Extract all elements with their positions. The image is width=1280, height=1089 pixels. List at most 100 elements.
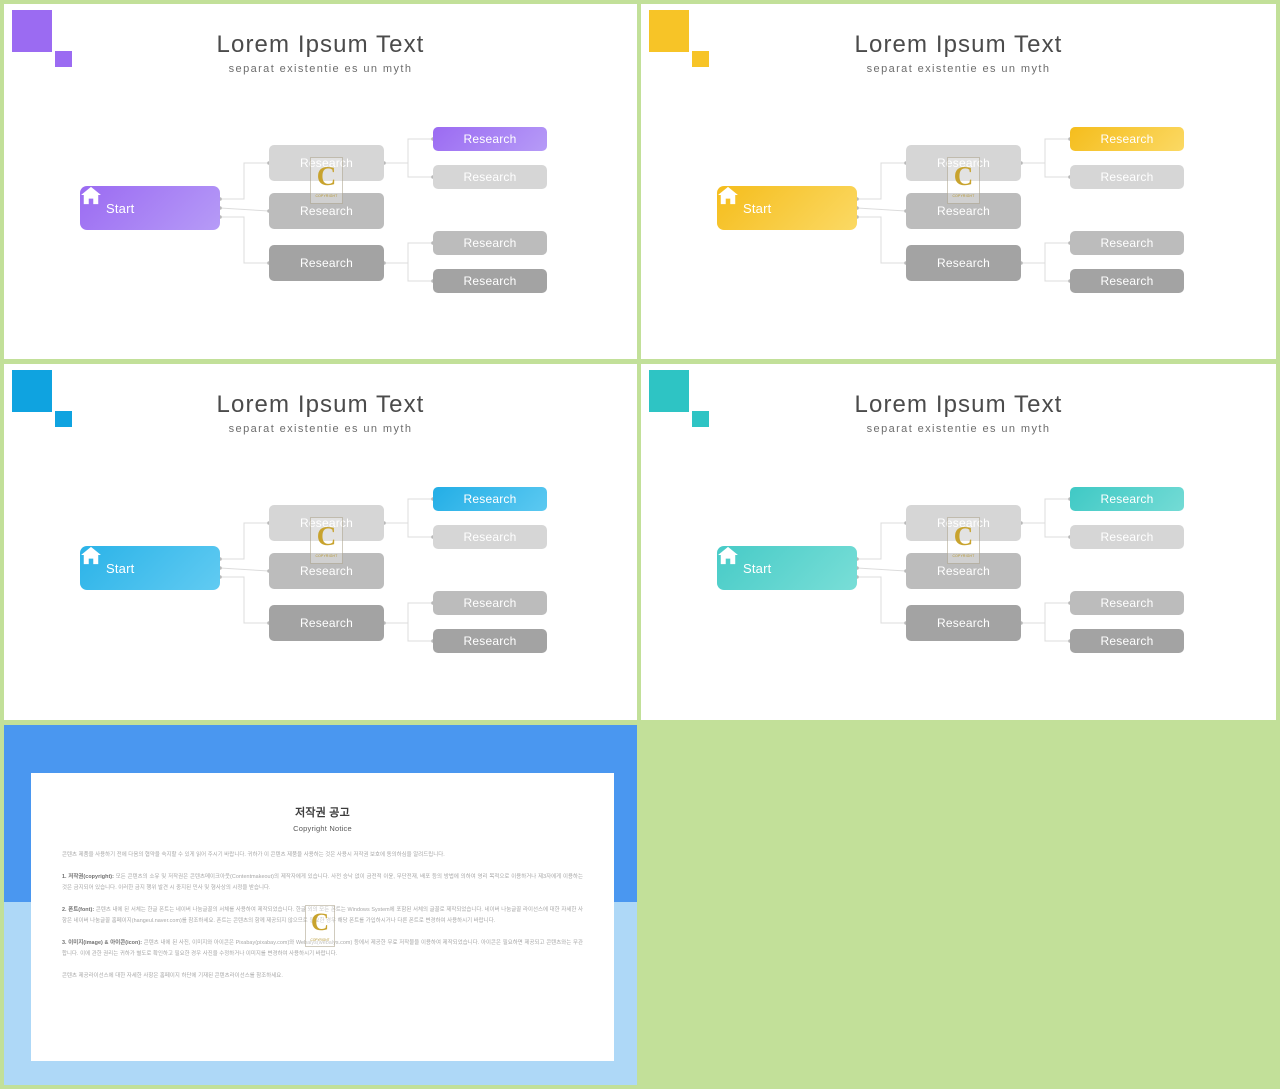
watermark-sublabel: COPYRIGHT bbox=[315, 193, 338, 198]
paragraph-text: 콘텐츠 제공라이선스에 대한 자세한 사항은 홈페이지 하단에 기재된 콘텐츠라… bbox=[62, 972, 283, 979]
node-label: Research bbox=[300, 256, 353, 270]
node-label: Research bbox=[463, 236, 517, 250]
start-node[interactable]: Start bbox=[717, 546, 857, 590]
slide-title-block: Lorem Ipsum Text separat existentie es u… bbox=[641, 390, 1276, 437]
copyright-heading-ko: 저작권 공고 bbox=[295, 807, 350, 819]
watermark-letter: C bbox=[316, 160, 337, 191]
flow-diagram: Start Research Research Research Researc… bbox=[4, 459, 637, 669]
home-icon bbox=[718, 546, 738, 565]
start-node-label: Start bbox=[743, 200, 772, 216]
start-node-label: Start bbox=[106, 560, 135, 576]
watermark-sublabel: COPYRIGHT bbox=[952, 193, 975, 198]
right-node-2[interactable]: Research bbox=[1070, 165, 1184, 189]
page-subtitle: separat existentie es un myth bbox=[866, 423, 1051, 435]
right-node-4[interactable]: Research bbox=[1070, 269, 1184, 293]
slide-panel-copyright[interactable]: 저작권 공고 Copyright Notice 콘텐츠 제품을 사용하기 전에 … bbox=[4, 725, 637, 1085]
right-node-4[interactable]: Research bbox=[1070, 629, 1184, 653]
middle-node-3[interactable]: Research bbox=[269, 245, 384, 281]
node-label: Research bbox=[300, 564, 353, 578]
watermark-letter: C bbox=[953, 520, 974, 551]
right-node-3[interactable]: Research bbox=[433, 231, 547, 255]
copyright-paragraph: 1. 저작권(copyright): 모든 콘텐츠의 소유 및 저작권은 콘텐츠… bbox=[62, 872, 583, 895]
right-node-1-accent[interactable]: Research bbox=[1070, 487, 1184, 511]
paragraph-text: 모든 콘텐츠의 소유 및 저작권은 콘텐츠메이크아웃(Contentmakeou… bbox=[62, 873, 584, 892]
flow-diagram: Start Research Research Research Researc… bbox=[641, 459, 1276, 669]
paragraph-text: 콘텐츠 제품을 사용하기 전에 다음의 협약을 숙지할 수 있게 읽어 주시기 … bbox=[62, 852, 445, 858]
node-label: Research bbox=[300, 616, 353, 630]
node-label: Research bbox=[463, 170, 517, 184]
copyright-watermark: C COPYRIGHT bbox=[310, 517, 343, 564]
home-icon bbox=[81, 546, 101, 565]
copyright-body: 콘텐츠 제품을 사용하기 전에 다음의 협약을 숙지할 수 있게 읽어 주시기 … bbox=[31, 850, 614, 982]
slide-title-block: Lorem Ipsum Text separat existentie es u… bbox=[4, 390, 637, 437]
copyright-watermark: C COPYRIGHT bbox=[947, 517, 980, 564]
node-label: Research bbox=[1100, 274, 1154, 288]
right-node-2[interactable]: Research bbox=[1070, 525, 1184, 549]
right-node-1-accent[interactable]: Research bbox=[1070, 127, 1184, 151]
flow-diagram: Start Research Research Research Researc… bbox=[4, 99, 637, 309]
node-label: Research bbox=[1100, 170, 1154, 184]
node-label: Research bbox=[1100, 596, 1154, 610]
page-title: Lorem Ipsum Text bbox=[216, 31, 425, 58]
start-node[interactable]: Start bbox=[717, 186, 857, 230]
page-subtitle: separat existentie es un myth bbox=[866, 63, 1051, 75]
slide-panel-yellow[interactable]: Lorem Ipsum Text separat existentie es u… bbox=[641, 4, 1276, 359]
node-label: Research bbox=[1100, 132, 1154, 146]
slide-panel-purple[interactable]: Lorem Ipsum Text separat existentie es u… bbox=[4, 4, 637, 359]
copyright-paragraph: 콘텐츠 제품을 사용하기 전에 다음의 협약을 숙지할 수 있게 읽어 주시기 … bbox=[62, 850, 583, 862]
node-label: Research bbox=[463, 596, 517, 610]
node-label: Research bbox=[1100, 236, 1154, 250]
middle-node-3[interactable]: Research bbox=[906, 245, 1021, 281]
slide-deck-canvas: Lorem Ipsum Text separat existentie es u… bbox=[0, 0, 1280, 1089]
middle-node-3[interactable]: Research bbox=[906, 605, 1021, 641]
node-label: Research bbox=[1100, 492, 1154, 506]
node-label: Research bbox=[463, 634, 517, 648]
copyright-heading-en: Copyright Notice bbox=[293, 824, 352, 833]
watermark-sublabel: COPYRIGHT bbox=[315, 553, 338, 558]
node-label: Research bbox=[463, 492, 517, 506]
right-node-3[interactable]: Research bbox=[1070, 591, 1184, 615]
slide-panel-blue[interactable]: Lorem Ipsum Text separat existentie es u… bbox=[4, 364, 637, 720]
node-label: Research bbox=[937, 256, 990, 270]
page-title: Lorem Ipsum Text bbox=[854, 31, 1063, 58]
node-label: Research bbox=[1100, 634, 1154, 648]
node-label: Research bbox=[937, 564, 990, 578]
paragraph-lead: 2. 폰트(font): bbox=[62, 906, 95, 913]
watermark-sublabel: COPYRIGHT bbox=[310, 937, 330, 942]
right-node-4[interactable]: Research bbox=[433, 269, 547, 293]
node-label: Research bbox=[463, 132, 517, 146]
node-label: Research bbox=[1100, 530, 1154, 544]
node-label: Research bbox=[463, 530, 517, 544]
watermark-letter: C bbox=[953, 160, 974, 191]
right-node-4[interactable]: Research bbox=[433, 629, 547, 653]
slide-title-block: Lorem Ipsum Text separat existentie es u… bbox=[641, 30, 1276, 77]
right-node-3[interactable]: Research bbox=[433, 591, 547, 615]
node-label: Research bbox=[937, 616, 990, 630]
paragraph-lead: 3. 이미지(image) & 아이콘(icon): bbox=[62, 939, 143, 946]
node-label: Research bbox=[463, 274, 517, 288]
start-node[interactable]: Start bbox=[80, 546, 220, 590]
copyright-watermark: C COPYRIGHT bbox=[310, 157, 343, 204]
page-title: Lorem Ipsum Text bbox=[854, 391, 1063, 418]
watermark-letter: C bbox=[316, 520, 337, 551]
slide-title-block: Lorem Ipsum Text separat existentie es u… bbox=[4, 30, 637, 77]
watermark-sublabel: COPYRIGHT bbox=[952, 553, 975, 558]
right-node-2[interactable]: Research bbox=[433, 165, 547, 189]
copyright-paragraph: 콘텐츠 제공라이선스에 대한 자세한 사항은 홈페이지 하단에 기재된 콘텐츠라… bbox=[62, 971, 583, 983]
page-subtitle: separat existentie es un myth bbox=[228, 423, 413, 435]
node-label: Research bbox=[300, 204, 353, 218]
right-node-1-accent[interactable]: Research bbox=[433, 487, 547, 511]
start-node-label: Start bbox=[743, 560, 772, 576]
right-node-2[interactable]: Research bbox=[433, 525, 547, 549]
start-node[interactable]: Start bbox=[80, 186, 220, 230]
right-node-1-accent[interactable]: Research bbox=[433, 127, 547, 151]
middle-node-3[interactable]: Research bbox=[269, 605, 384, 641]
node-label: Research bbox=[937, 204, 990, 218]
paragraph-lead: 1. 저작권(copyright): bbox=[62, 873, 114, 880]
page-subtitle: separat existentie es un myth bbox=[228, 63, 413, 75]
home-icon bbox=[718, 186, 738, 205]
copyright-watermark: C COPYRIGHT bbox=[947, 157, 980, 204]
right-node-3[interactable]: Research bbox=[1070, 231, 1184, 255]
slide-panel-teal[interactable]: Lorem Ipsum Text separat existentie es u… bbox=[641, 364, 1276, 720]
watermark-letter: C bbox=[310, 908, 330, 936]
